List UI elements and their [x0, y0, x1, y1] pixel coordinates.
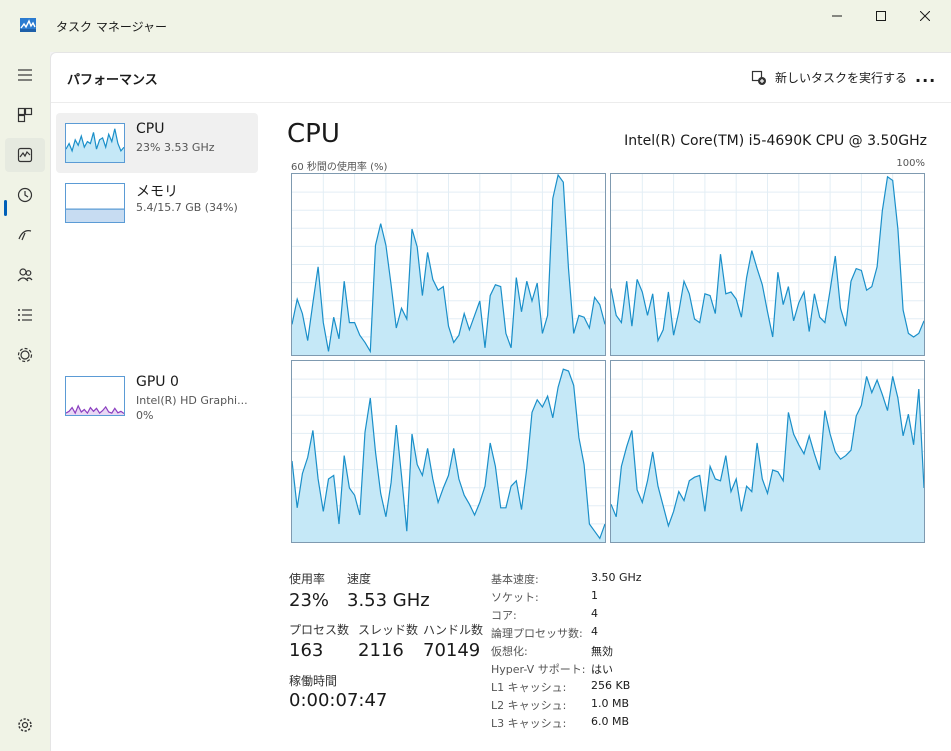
device-item-memory[interactable]: メモリ 5.4/15.7 GB (34%) — [56, 173, 258, 233]
core-chart-2 — [292, 361, 605, 542]
spec-label: L3 キャッシュ: — [491, 717, 567, 730]
cpu-thumbnail-chart — [66, 128, 124, 162]
processes-icon — [17, 107, 33, 123]
threads-value: 2116 — [358, 640, 404, 661]
run-new-task-button[interactable]: 新しいタスクを実行する — [751, 69, 907, 86]
device-usage: 0% — [136, 409, 154, 422]
users-icon — [17, 268, 33, 282]
device-subtitle: 5.4/15.7 GB (34%) — [136, 201, 238, 214]
core-chart-0 — [292, 174, 605, 355]
task-manager-app-icon — [20, 18, 36, 32]
cpu-thumbnail-graph — [65, 123, 125, 163]
core-graph-1 — [610, 173, 925, 356]
processes-nav-button[interactable] — [5, 98, 45, 132]
cpu-model-name: Intel(R) Core(TM) i5-4690K CPU @ 3.50GHz — [624, 133, 927, 149]
hamburger-menu-icon — [18, 69, 32, 81]
device-name: CPU — [136, 121, 165, 137]
startup-apps-nav-button[interactable] — [5, 218, 45, 252]
gpu-thumbnail-graph — [65, 376, 125, 416]
page-title: パフォーマンス — [67, 73, 158, 88]
core-graph-0 — [291, 173, 606, 356]
gpu-thumbnail-chart — [66, 404, 124, 415]
spec-label: コア: — [491, 609, 517, 622]
cpu-heading: CPU — [287, 119, 340, 149]
core-chart-3 — [611, 361, 924, 542]
close-button[interactable] — [902, 0, 948, 32]
close-icon — [920, 11, 930, 21]
spec-label: 仮想化: — [491, 645, 528, 658]
spec-label: L1 キャッシュ: — [491, 681, 567, 694]
window-title: タスク マネージャー — [56, 20, 167, 34]
app-history-nav-button[interactable] — [5, 178, 45, 212]
device-name: GPU 0 — [136, 374, 179, 390]
spec-value: 4 — [591, 625, 598, 638]
speed-label: 速度 — [347, 572, 372, 586]
graph-max-label: 100% — [896, 158, 925, 169]
spec-label: 論理プロセッサ数: — [491, 627, 583, 640]
spec-value: 1 — [591, 589, 598, 602]
speed-value: 3.53 GHz — [347, 590, 430, 611]
core-graph-3 — [610, 360, 925, 543]
utilization-value: 23% — [289, 590, 330, 611]
graph-caption: 60 秒間の使用率 (%) — [291, 162, 388, 173]
device-item-gpu[interactable]: GPU 0 Intel(R) HD Graphi... 0% — [56, 366, 258, 426]
details-icon — [18, 309, 32, 321]
services-icon — [17, 347, 33, 363]
memory-mini-area — [66, 209, 124, 222]
spec-label: Hyper-V サポート: — [491, 663, 586, 676]
gear-icon — [18, 718, 32, 732]
app-history-icon — [17, 187, 33, 203]
device-item-cpu[interactable]: CPU 23% 3.53 GHz — [56, 113, 258, 173]
performance-icon — [17, 147, 33, 163]
main-panel: パフォーマンス 新しいタスクを実行する ... CPU 23% 3.53 GHz… — [50, 52, 951, 751]
device-subtitle: 23% 3.53 GHz — [136, 141, 215, 154]
minimize-icon — [832, 15, 842, 17]
device-subtitle: Intel(R) HD Graphi... — [136, 394, 248, 407]
navigation-rail — [0, 52, 50, 751]
run-new-task-label: 新しいタスクを実行する — [775, 71, 908, 85]
services-nav-button[interactable] — [5, 338, 45, 372]
core-chart-1 — [611, 174, 924, 355]
title-bar: タスク マネージャー — [0, 0, 951, 52]
spec-value: 4 — [591, 607, 598, 620]
startup-apps-icon — [18, 230, 32, 241]
spec-label: 基本速度: — [491, 573, 539, 586]
performance-nav-button[interactable] — [5, 138, 45, 172]
utilization-label: 使用率 — [289, 572, 326, 586]
spec-value: 1.0 MB — [591, 697, 630, 710]
hamburger-menu-button[interactable] — [5, 58, 45, 92]
spec-value: はい — [591, 663, 613, 676]
memory-thumbnail-graph — [65, 183, 125, 223]
spec-value: 無効 — [591, 645, 613, 658]
core-graph-2 — [291, 360, 606, 543]
spec-label: ソケット: — [491, 591, 539, 604]
device-name: メモリ — [136, 184, 178, 200]
maximize-button[interactable] — [858, 0, 904, 32]
run-new-task-icon — [751, 70, 766, 85]
handles-value: 70149 — [423, 640, 481, 661]
details-nav-button[interactable] — [5, 298, 45, 332]
maximize-icon — [876, 11, 886, 21]
processes-value: 163 — [289, 640, 324, 661]
threads-label: スレッド数 — [358, 623, 419, 637]
page-header: パフォーマンス 新しいタスクを実行する ... — [51, 53, 951, 103]
spec-label: L2 キャッシュ: — [491, 699, 567, 712]
memory-thumbnail-chart — [66, 208, 124, 222]
more-options-button[interactable]: ... — [915, 67, 936, 86]
spec-value: 6.0 MB — [591, 715, 630, 728]
uptime-value: 0:00:07:47 — [289, 690, 388, 711]
handles-label: ハンドル数 — [423, 623, 484, 637]
users-nav-button[interactable] — [5, 258, 45, 292]
minimize-button[interactable] — [814, 0, 860, 32]
spec-value: 256 KB — [591, 679, 631, 692]
processes-label: プロセス数 — [289, 623, 350, 637]
uptime-label: 稼働時間 — [289, 674, 338, 688]
settings-nav-button[interactable] — [5, 708, 45, 742]
spec-value: 3.50 GHz — [591, 571, 642, 584]
